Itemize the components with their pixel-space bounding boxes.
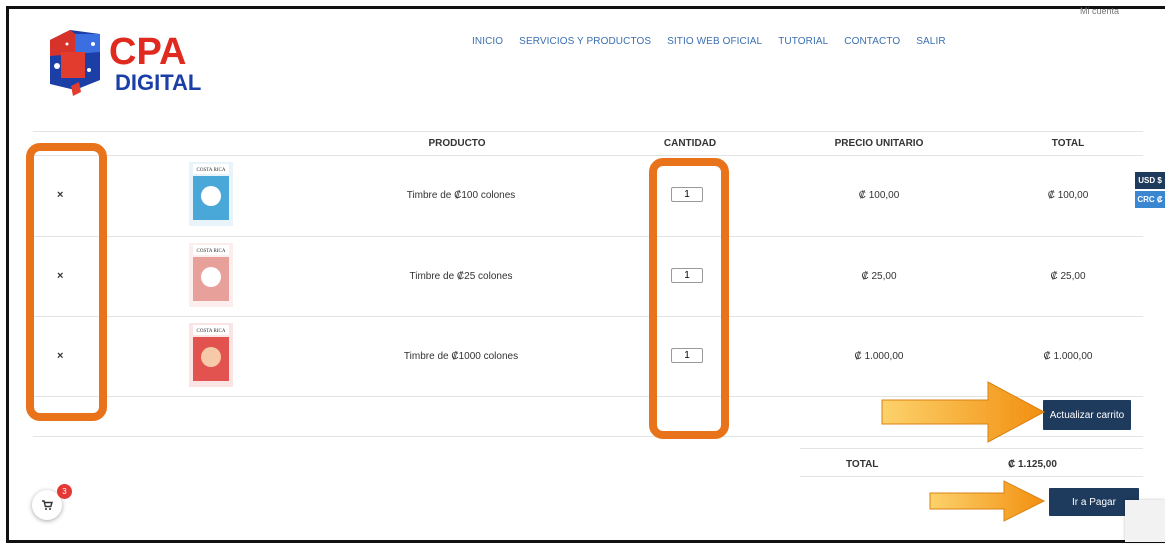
main-nav: INICIO SERVICIOS Y PRODUCTOS SITIO WEB O… <box>472 36 946 47</box>
stamp-25-image: COSTA RICA <box>189 243 233 307</box>
nav-salir[interactable]: SALIR <box>916 36 945 47</box>
unit-price: ₡ 25,00 <box>861 271 897 282</box>
totals-top-border <box>800 448 1143 449</box>
cart-row: × COSTA RICA Timbre de ₡100 colones ₡ 10… <box>33 156 1143 236</box>
nav-contacto[interactable]: CONTACTO <box>844 36 900 47</box>
svg-text:COSTA RICA: COSTA RICA <box>197 168 226 173</box>
arrow-to-checkout-icon <box>929 480 1046 522</box>
line-total: ₡ 1.000,00 <box>1043 351 1093 362</box>
logo-text-digital: DIGITAL <box>115 70 201 95</box>
stamp-1000-image: COSTA RICA <box>189 323 233 387</box>
cart-total-label: TOTAL <box>846 459 879 470</box>
cart-count-badge: 3 <box>57 484 72 499</box>
nav-tutorial[interactable]: TUTORIAL <box>778 36 828 47</box>
cart-icon <box>42 500 53 510</box>
recaptcha-badge[interactable] <box>1125 500 1165 542</box>
column-header-total: TOTAL <box>1051 138 1085 149</box>
quantity-column-highlight <box>649 158 729 439</box>
svg-text:COSTA RICA: COSTA RICA <box>197 329 226 334</box>
product-name[interactable]: Timbre de ₡100 colones <box>407 190 516 201</box>
my-account-link[interactable]: Mi cuenta <box>1080 6 1119 16</box>
remove-column-highlight <box>26 143 107 421</box>
nav-servicios[interactable]: SERVICIOS Y PRODUCTOS <box>519 36 651 47</box>
totals-bottom-border <box>800 476 1143 477</box>
line-total: ₡ 100,00 <box>1047 190 1089 201</box>
cpa-digital-logo[interactable]: CPA DIGITAL <box>45 22 235 102</box>
column-header-unit-price: PRECIO UNITARIO <box>834 138 924 149</box>
product-name[interactable]: Timbre de ₡1000 colones <box>404 351 518 362</box>
update-cart-button[interactable]: Actualizar carrito <box>1043 400 1131 430</box>
unit-price: ₡ 100,00 <box>858 190 900 201</box>
table-top-border <box>33 131 1143 132</box>
column-header-quantity: CANTIDAD <box>663 138 717 149</box>
column-header-product: PRODUCTO <box>428 138 486 149</box>
unit-price: ₡ 1.000,00 <box>854 351 904 362</box>
stamp-100-image: COSTA RICA <box>189 162 233 226</box>
svg-text:COSTA RICA: COSTA RICA <box>197 249 226 254</box>
nav-inicio[interactable]: INICIO <box>472 36 503 47</box>
product-name[interactable]: Timbre de ₡25 colones <box>409 271 512 282</box>
line-total: ₡ 25,00 <box>1050 271 1086 282</box>
logo-text-cpa: CPA <box>109 31 186 73</box>
arrow-to-update-icon <box>881 381 1046 443</box>
nav-sitio-web[interactable]: SITIO WEB OFICIAL <box>667 36 762 47</box>
cart-row: × COSTA RICA Timbre de ₡25 colones ₡ 25,… <box>33 237 1143 317</box>
cart-total-value: ₡ 1.125,00 <box>1008 459 1057 470</box>
